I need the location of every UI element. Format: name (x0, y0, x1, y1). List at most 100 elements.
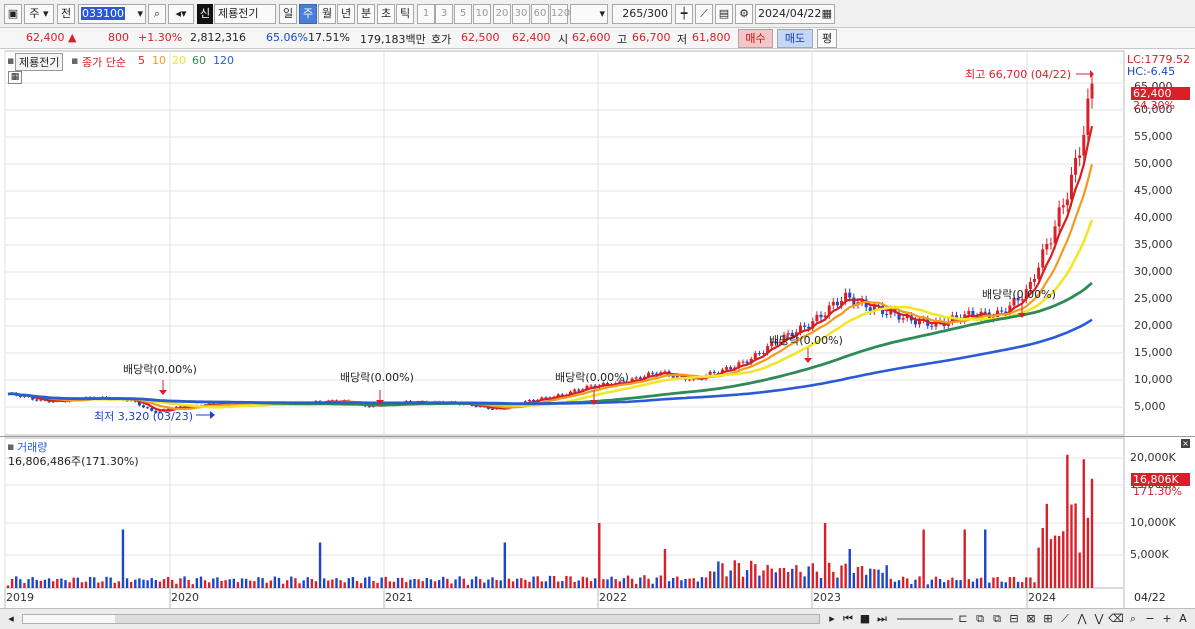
volume-bar (901, 576, 905, 588)
date-input[interactable]: 2024/04/22 ▦ (755, 4, 835, 24)
period-tab[interactable]: 년 (337, 4, 355, 24)
scroll-left-icon[interactable]: ◂ (3, 611, 19, 627)
period-tab[interactable]: 월 (318, 4, 336, 24)
stop-icon[interactable]: ■ (857, 611, 873, 627)
close-icon[interactable]: × (1181, 439, 1190, 448)
legend-stock-box[interactable]: 제룡전기 (15, 53, 64, 71)
volume-bar (232, 578, 236, 588)
scrollbar-track[interactable] (22, 614, 820, 624)
grid-icon[interactable]: ⊞ (1040, 611, 1056, 627)
zoom-in-icon[interactable]: + (1159, 611, 1175, 627)
chevron-down-icon[interactable]: ▾ (137, 5, 143, 23)
sell-button[interactable]: 매도 (777, 29, 813, 48)
legend-ma-label[interactable]: 종가 단순 (82, 54, 126, 70)
prev-button[interactable]: 전 (57, 4, 75, 24)
speaker-icon[interactable]: ◂▾ (168, 4, 194, 24)
interval-tab[interactable]: 120 (550, 4, 570, 24)
volume-bar (996, 577, 999, 588)
buy-button[interactable]: 매수 (738, 29, 773, 48)
volume-bar (1045, 503, 1049, 588)
split-icon[interactable]: ⧉ (989, 611, 1005, 627)
interval-tab[interactable]: 1 (417, 4, 435, 24)
zoom-out-icon[interactable]: − (1142, 611, 1158, 627)
save-icon[interactable]: ▤ (715, 4, 733, 24)
volume-bar (121, 529, 125, 588)
amount: 179,183백만 (360, 33, 426, 46)
window-icon[interactable]: ▣ (4, 4, 22, 24)
interval-tab[interactable]: 60 (531, 4, 549, 24)
legend-ma-period[interactable]: 20 (172, 54, 186, 67)
count-input[interactable]: 265/300 (612, 4, 672, 24)
volume-bar (405, 582, 408, 588)
pattern-icon[interactable]: ⋁ (1091, 611, 1107, 627)
legend-marker: ▪ (7, 440, 15, 453)
compare-icon[interactable]: ⊟ (1006, 611, 1022, 627)
candle-body (1078, 155, 1082, 158)
volume-bar (975, 578, 979, 588)
fast-forward-icon[interactable]: ⏭ (874, 611, 890, 627)
interval-select[interactable]: ▾ (570, 4, 608, 24)
layout-icon[interactable]: ⊏ (955, 611, 971, 627)
volume-bar (113, 582, 116, 588)
stock-name[interactable]: 제룡전기 (214, 4, 276, 24)
hc-label: HC:-6.45 (1127, 65, 1176, 78)
volume-bar (528, 581, 531, 588)
volume-bar (129, 582, 133, 588)
calendar-icon[interactable]: ▦ (822, 5, 832, 23)
volume-bar (721, 563, 724, 588)
market-select[interactable]: 주 ▾ (24, 4, 54, 24)
interval-tab[interactable]: 3 (435, 4, 453, 24)
volume-bar (483, 582, 486, 588)
volume-chart[interactable] (0, 437, 1195, 589)
eraser-icon[interactable]: ⌫ (1108, 611, 1124, 627)
split-icon[interactable]: ⧉ (972, 611, 988, 627)
candle-body (913, 320, 917, 325)
rewind-icon[interactable]: ⏮ (840, 611, 856, 627)
quote-bar: 62,400 ▲ 800 +1.30% 2,812,316 65.06% 17.… (0, 28, 1195, 49)
zoom-icon[interactable]: ⌕ (1125, 611, 1141, 627)
pattern-icon[interactable]: ⋀ (1074, 611, 1090, 627)
price-tick-label: 20,000 (1134, 319, 1173, 332)
stock-code-input[interactable]: 033100 ▾ (78, 4, 146, 24)
high-price: 66,700 (632, 31, 671, 44)
volume-bar (754, 564, 757, 588)
interval-tab[interactable]: 30 (512, 4, 530, 24)
legend-ma-period[interactable]: 120 (213, 54, 234, 67)
candle-body (634, 377, 638, 379)
period-tab[interactable]: 주 (299, 4, 317, 24)
period-tab[interactable]: 일 (279, 4, 297, 24)
search-icon[interactable]: ⌕ (148, 4, 166, 24)
table-icon[interactable]: ▦ (8, 71, 22, 84)
interval-tab[interactable]: 10 (473, 4, 491, 24)
avg-button[interactable]: 평 (817, 29, 837, 48)
volume-bar (893, 581, 897, 588)
scroll-right-icon[interactable]: ▸ (824, 611, 840, 627)
legend-ma-period[interactable]: 60 (192, 54, 206, 67)
period-tab[interactable]: 분 (357, 4, 375, 24)
volume-bar (396, 577, 400, 588)
interval-tab[interactable]: 5 (454, 4, 472, 24)
volume-bar (836, 577, 839, 588)
legend-ma-period[interactable]: 10 (152, 54, 166, 67)
volume-bar (474, 576, 478, 588)
cross-icon[interactable]: ⊠ (1023, 611, 1039, 627)
volume-bar (852, 573, 856, 588)
volume-bar (265, 582, 268, 588)
volume-bar (979, 577, 983, 588)
scrollbar-thumb[interactable] (115, 615, 819, 623)
line-icon[interactable]: ⟋ (1057, 611, 1073, 627)
candle-icon[interactable]: ┿ (675, 4, 693, 24)
speed-slider[interactable] (897, 618, 953, 620)
volume-bar (934, 576, 938, 588)
font-size-icon[interactable]: A (1175, 611, 1191, 627)
period-tab[interactable]: 초 (377, 4, 395, 24)
volume-tick-label: 5,000K (1130, 548, 1169, 561)
interval-tab[interactable]: 20 (493, 4, 511, 24)
period-tab[interactable]: 틱 (396, 4, 414, 24)
draw-icon[interactable]: ⟋ (695, 4, 713, 24)
volume-bar (503, 542, 507, 588)
legend-ma-period[interactable]: 5 (138, 54, 145, 67)
volume-bar (602, 579, 605, 588)
volume-bar (581, 576, 585, 588)
gear-icon[interactable]: ⚙ (735, 4, 753, 24)
